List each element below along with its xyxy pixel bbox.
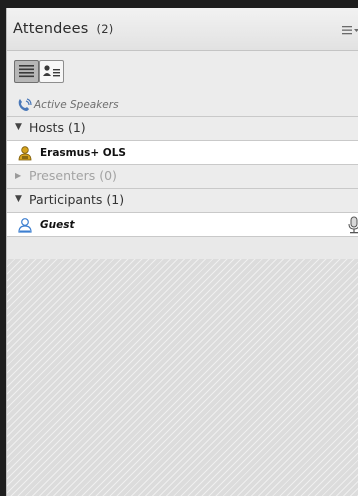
microphone-icon[interactable] (347, 216, 358, 234)
host-user-icon (18, 146, 32, 161)
host-row[interactable]: Erasmus+ OLS (7, 141, 358, 165)
attendee-count: (2) (96, 22, 114, 36)
participant-name: Guest (40, 219, 75, 231)
list-menu-icon-glyph (342, 26, 358, 35)
collapsed-triangle-icon: ▶ (15, 171, 22, 180)
list-menu-icon[interactable] (342, 23, 358, 37)
pod-title: Attendees (2) (13, 21, 113, 37)
view-toolbar (7, 51, 358, 94)
list-view-button[interactable] (14, 60, 39, 83)
phone-speaker-icon (18, 98, 32, 111)
pod-titlebar: Attendees (2) (7, 8, 358, 51)
section-participants[interactable]: ▼ Participants (1) (7, 189, 358, 213)
active-speakers-label: Active Speakers (34, 99, 119, 111)
section-participants-label: Participants (1) (29, 192, 125, 207)
detail-view-icon (43, 65, 60, 77)
expanded-triangle-icon: ▼ (15, 194, 22, 204)
section-hosts-label: Hosts (1) (29, 120, 86, 135)
section-hosts[interactable]: ▼ Hosts (1) (7, 117, 358, 141)
participant-row[interactable]: Guest (7, 213, 358, 237)
section-presenters-label: Presenters (0) (29, 168, 117, 183)
active-speakers-row: Active Speakers (7, 93, 358, 117)
empty-list-area (7, 259, 358, 496)
detail-view-button[interactable] (39, 60, 64, 83)
pod-title-text: Attendees (13, 21, 89, 37)
list-view-icon (19, 65, 34, 78)
section-presenters[interactable]: ▶ Presenters (0) (7, 165, 358, 189)
attendees-pod: Attendees (2) Active Speakers ▼ Hosts (1… (6, 8, 358, 496)
user-icon (18, 218, 32, 233)
expanded-triangle-icon: ▼ (15, 122, 22, 132)
host-name: Erasmus+ OLS (40, 147, 126, 159)
